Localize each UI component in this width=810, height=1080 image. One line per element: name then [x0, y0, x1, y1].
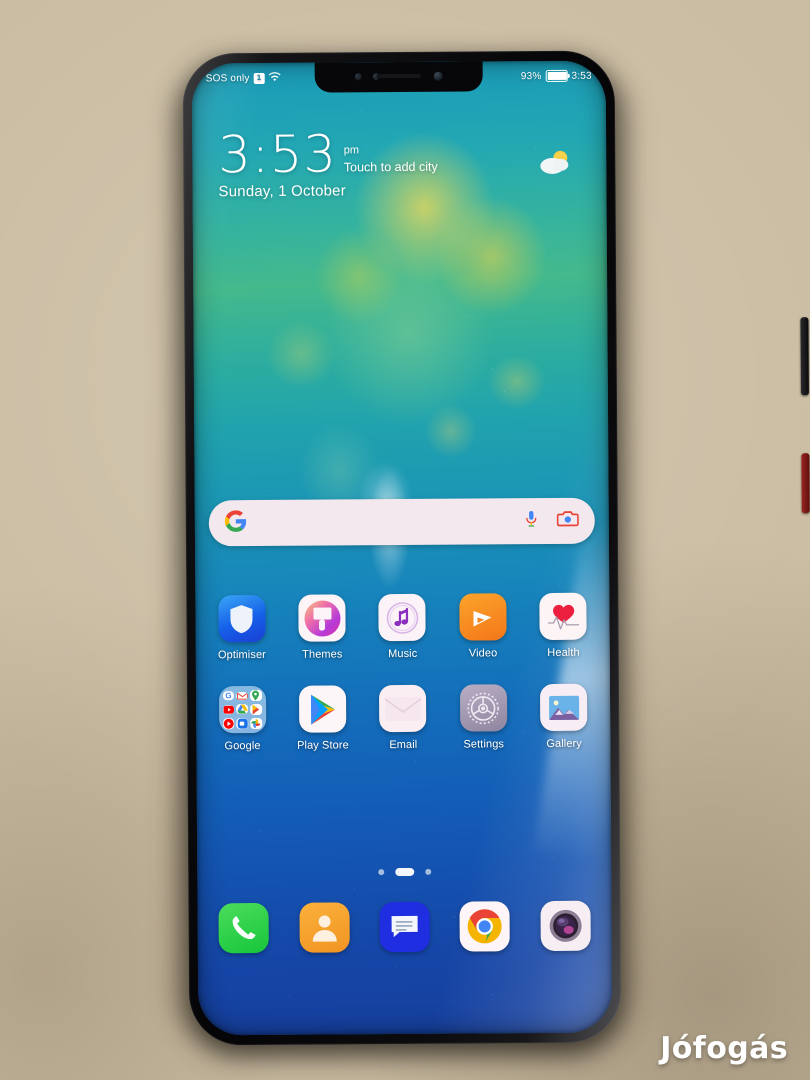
app-label: Email — [389, 738, 418, 752]
carrier-label: SOS only — [205, 72, 250, 84]
screenshot-stage: SOS only 1 93% 3:53 3:53 pm Touch to add… — [0, 0, 810, 1080]
clock-widget[interactable]: 3:53 pm Touch to add city Sunday, 1 Octo… — [218, 125, 438, 201]
app-icon-email[interactable]: Email — [367, 684, 439, 752]
app-label: Settings — [463, 738, 505, 751]
app-label: Gallery — [546, 737, 582, 750]
drive-icon — [236, 704, 249, 715]
dock-row: Phone Contacts — [203, 900, 605, 973]
camera-lens-icon — [540, 900, 591, 952]
sun-behind-cloud-icon[interactable] — [536, 149, 572, 177]
google-search-bar[interactable] — [208, 497, 595, 547]
app-icon-gallery[interactable]: Gallery — [528, 683, 600, 751]
clock-time: 3:53 — [218, 125, 337, 186]
app-folder-icon: G — [218, 685, 266, 734]
gmail-icon — [236, 691, 249, 700]
google-search-icon: G — [222, 691, 235, 701]
wallpaper-speckle-texture — [191, 60, 613, 1036]
youtube-icon — [222, 705, 235, 715]
photo-mountain-icon — [540, 683, 588, 732]
status-bar-left: SOS only 1 — [206, 71, 281, 85]
app-icon-settings[interactable]: Settings — [447, 684, 519, 751]
search-input[interactable] — [247, 521, 524, 523]
paint-brush-icon — [298, 594, 346, 642]
photos-icon — [250, 717, 262, 729]
battery-percent-label: 93% — [520, 70, 542, 82]
wifi-icon — [268, 71, 281, 84]
status-bar-right: 93% 3:53 — [520, 69, 592, 82]
clock-ampm: pm — [343, 144, 360, 157]
page-dot-1[interactable] — [377, 869, 384, 876]
play-store-icon — [299, 685, 347, 733]
status-bar-clock: 3:53 — [571, 70, 592, 82]
envelope-icon — [379, 684, 427, 733]
dock-icon-contacts[interactable]: Contacts — [288, 902, 360, 972]
speech-bubble-icon — [379, 901, 430, 953]
sim-card-icon: 1 — [253, 72, 265, 84]
shield-icon — [218, 594, 266, 643]
microphone-icon[interactable] — [524, 509, 539, 534]
app-label: Music — [388, 647, 418, 661]
power-button[interactable] — [801, 453, 810, 514]
app-label: Video — [468, 647, 498, 660]
music-note-icon — [378, 593, 427, 642]
dock-icon-camera[interactable]: Camera — [529, 900, 601, 971]
clock-widget-row: 3:53 pm Touch to add city — [218, 125, 438, 186]
app-label: Optimiser — [217, 648, 266, 662]
app-icon-music[interactable]: Music — [366, 593, 438, 661]
app-row-2: G Google Play Store Email Settings Galle… — [202, 683, 604, 753]
person-icon — [299, 902, 350, 953]
phone-handset-icon — [218, 902, 270, 954]
dock-icon-messages[interactable]: Messages — [368, 901, 440, 972]
gear-icon — [459, 684, 508, 732]
chrome-icon — [459, 901, 511, 952]
youtube-music-icon — [222, 717, 235, 729]
app-label: Google — [224, 739, 261, 753]
phone-screen: SOS only 1 93% 3:53 3:53 pm Touch to add… — [191, 60, 613, 1036]
app-icon-health[interactable]: Health — [527, 592, 599, 660]
play-arrow-icon — [459, 593, 507, 641]
app-icon-themes[interactable]: Themes — [286, 594, 358, 661]
maps-icon — [250, 690, 262, 702]
duo-icon — [236, 717, 249, 729]
app-icon-video[interactable]: Video — [447, 593, 519, 660]
heart-pulse-icon — [539, 592, 587, 641]
volume-rocker-button[interactable] — [800, 317, 809, 396]
dock: Phone Contacts — [203, 900, 605, 973]
clock-widget-side: pm Touch to add city — [343, 132, 438, 175]
app-icon-google-folder[interactable]: G Google — [206, 685, 278, 753]
app-label: Play Store — [297, 739, 349, 752]
phone-device: SOS only 1 93% 3:53 3:53 pm Touch to add… — [182, 50, 810, 1046]
page-dot-2-active[interactable] — [394, 867, 414, 877]
app-row-1: Optimiser Themes Music Video Health — [201, 592, 603, 662]
clock-date: Sunday, 1 October — [218, 182, 346, 201]
app-label: Themes — [302, 648, 343, 661]
battery-icon — [545, 69, 568, 82]
status-bar: SOS only 1 93% 3:53 — [192, 61, 606, 94]
app-label: Health — [547, 646, 580, 659]
app-icon-optimiser[interactable]: Optimiser — [206, 594, 278, 662]
dock-icon-chrome[interactable]: Chrome — [449, 901, 521, 971]
play-icon — [250, 703, 262, 716]
watermark: Jófogás — [660, 1031, 788, 1066]
page-dot-3[interactable] — [424, 868, 431, 875]
add-city-hint[interactable]: Touch to add city — [344, 160, 438, 175]
app-grid: Optimiser Themes Music Video Health G Go… — [201, 592, 604, 778]
dock-icon-phone[interactable]: Phone — [208, 902, 280, 973]
google-g-icon — [224, 509, 247, 537]
google-lens-camera-icon[interactable] — [556, 509, 579, 533]
app-icon-play-store[interactable]: Play Store — [287, 685, 359, 752]
